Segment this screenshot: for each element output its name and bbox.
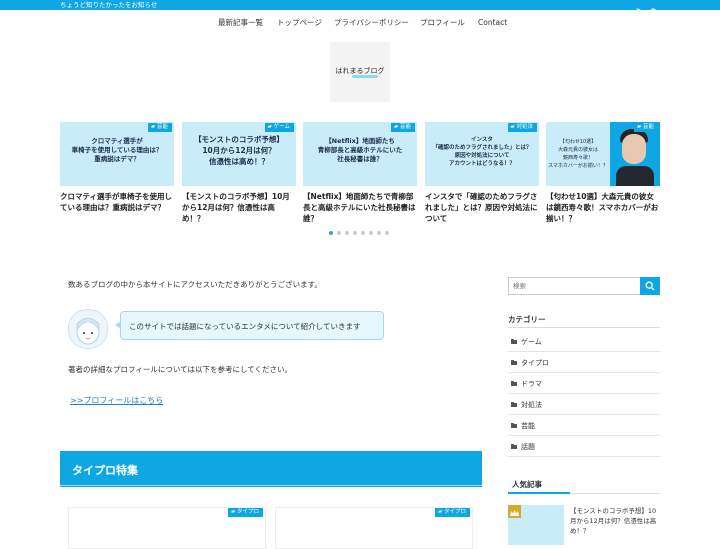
- nav-privacy-policy[interactable]: プライバシーポリシー: [334, 15, 409, 30]
- category-label: ドラマ: [521, 380, 542, 388]
- nav-latest-articles[interactable]: 最新記事一覧: [218, 15, 263, 30]
- category-badge: ▰ 対処法: [507, 123, 537, 132]
- popular-heading-divider: [570, 493, 660, 494]
- card-thumbnail: クロマティ選手が 車椅子を使用している理由は？ 重病説はデマ？ ▰ 芸能: [60, 122, 174, 186]
- popular-article-title[interactable]: 【モンストのコラボ予想】10月から12月は何？信憑性は高め！？: [570, 506, 660, 536]
- nav-top-page[interactable]: トップページ: [277, 15, 322, 30]
- site-tagline: ちょうど知りたかったをお知らせ: [60, 1, 158, 9]
- site-logo[interactable]: はれまるブログ: [330, 42, 390, 102]
- folder-icon: [511, 444, 517, 449]
- folder-icon: [511, 360, 517, 365]
- category-divider: [508, 327, 660, 328]
- category-label: 芸能: [521, 422, 535, 430]
- rank-badge: [508, 505, 521, 518]
- category-badge: ▰ 芸能: [634, 123, 658, 132]
- category-item[interactable]: ドラマ: [508, 373, 660, 394]
- card-thumbnail: インスタ 「確認のためフラグされました」とは？ 原因や対処法について アカウント…: [425, 122, 539, 186]
- category-label: タイプロ: [521, 359, 549, 367]
- category-label: 対処法: [521, 401, 542, 409]
- carousel-card[interactable]: 【Netflix】地面師たち 青柳部長と高級ホテルにいた 社長秘書は誰？ ▰ 芸…: [303, 122, 417, 224]
- carousel-dot[interactable]: [361, 231, 365, 235]
- section-banner: タイプロ特集: [60, 451, 482, 487]
- speech-bubble-text: このサイトでは話題になっているエンタメについて紹介していきます: [129, 322, 361, 331]
- category-badge: ▰ タイプロ: [435, 508, 470, 517]
- global-nav: 最新記事一覧 トップページ プライバシーポリシー プロフィール Contact: [0, 15, 720, 30]
- folder-icon: [511, 402, 517, 407]
- thumbnail-text: 【Netflix】地面師たち 青柳部長と高級ホテルにいた 社長秘書は誰？: [317, 137, 403, 163]
- folder-icon: [511, 339, 517, 344]
- section-card[interactable]: ▰ タイプロ: [68, 507, 266, 549]
- carousel-dot[interactable]: [345, 231, 349, 235]
- carousel-dot[interactable]: [369, 231, 373, 235]
- search-input[interactable]: [509, 278, 643, 294]
- speech-bubble: このサイトでは話題になっているエンタメについて紹介していきます: [115, 311, 384, 340]
- carousel-card[interactable]: クロマティ選手が 車椅子を使用している理由は？ 重病説はデマ？ ▰ 芸能 クロマ…: [60, 122, 174, 213]
- logo-underline: [352, 75, 378, 78]
- category-badge: ▰ タイプロ: [228, 508, 263, 517]
- popular-heading-accent: [508, 492, 570, 494]
- card-title[interactable]: 【匂わせ10選】大森元貴の彼女は鏡西寿々歌！スマホカバーがお揃い！？: [546, 191, 660, 224]
- author-avatar: [68, 309, 108, 349]
- top-bar: ちょうど知りたかったをお知らせ: [0, 0, 720, 16]
- category-item[interactable]: 芸能: [508, 415, 660, 436]
- thumbnail-text: インスタ 「確認のためフラグされました」とは？ 原因や対処法について アカウント…: [432, 137, 532, 167]
- folder-icon: [511, 423, 517, 428]
- photo-body: [616, 166, 654, 186]
- category-item[interactable]: タイプロ: [508, 352, 660, 373]
- thumbnail-text: クロマティ選手が 車椅子を使用している理由は？ 重病説はデマ？: [71, 137, 163, 163]
- card-thumbnail: 【モンストのコラボ予想】 10月から12月は何？ 信憑性は高め！？ ▰ ゲーム: [182, 122, 296, 186]
- section-divider: [60, 485, 482, 486]
- carousel-dot[interactable]: [353, 231, 357, 235]
- search-icon: [645, 281, 655, 291]
- card-thumbnail: 【匂わせ10選】 大森元貴の彼女は 鏡西寿々歌！ スマホカバーがお揃い！？ ▰ …: [546, 122, 660, 186]
- category-badge: ▰ 芸能: [148, 123, 172, 132]
- nav-contact[interactable]: Contact: [478, 15, 507, 30]
- card-title[interactable]: クロマティ選手が車椅子を使用している理由は？重病説はデマ？: [60, 191, 174, 213]
- category-label: ゲーム: [521, 338, 542, 346]
- category-label: 話題: [521, 443, 535, 451]
- category-badge: ▰ ゲーム: [264, 123, 294, 132]
- section-title: タイプロ特集: [72, 464, 138, 477]
- photo-face: [622, 134, 646, 164]
- intro-text: 数あるブログの中から本サイトにアクセスいただきありがとうございます。: [68, 280, 322, 289]
- carousel-card[interactable]: 【匂わせ10選】 大森元貴の彼女は 鏡西寿々歌！ スマホカバーがお揃い！？ ▰ …: [546, 122, 660, 224]
- card-title[interactable]: インスタで「確認のためフラグされました」とは？原因や対処法について: [425, 191, 539, 224]
- carousel-card[interactable]: インスタ 「確認のためフラグされました」とは？ 原因や対処法について アカウント…: [425, 122, 539, 224]
- card-title[interactable]: 【モンストのコラボ予想】10月から12月は何？信憑性は高め！？: [182, 191, 296, 224]
- card-title[interactable]: 【Netflix】地面師たちで青柳部長と高級ホテルにいた社長秘書は誰？: [303, 191, 417, 224]
- carousel-dot[interactable]: [377, 231, 381, 235]
- search-button[interactable]: [640, 277, 660, 295]
- search-icon[interactable]: [650, 1, 658, 16]
- category-badge: ▰ 芸能: [391, 123, 415, 132]
- thumbnail-text: 【モンストのコラボ予想】 10月から12月は何？ 信憑性は高め！？: [194, 135, 284, 166]
- section-card[interactable]: ▰ タイプロ: [275, 507, 473, 549]
- folder-icon: [511, 381, 517, 386]
- carousel-dot[interactable]: [385, 231, 389, 235]
- sidebar-search: [508, 277, 660, 295]
- carousel-dot[interactable]: [329, 231, 333, 235]
- profile-guide-text: 著者の詳細なプロフィールについては以下を参考にしてください。: [68, 365, 293, 374]
- category-item[interactable]: 対処法: [508, 394, 660, 415]
- rss-icon[interactable]: [636, 1, 644, 16]
- profile-link[interactable]: >>プロフィールはこちら: [70, 395, 163, 406]
- card-thumbnail: 【Netflix】地面師たち 青柳部長と高級ホテルにいた 社長秘書は誰？ ▰ 芸…: [303, 122, 417, 186]
- popular-heading: 人気記事: [512, 480, 542, 489]
- nav-profile[interactable]: プロフィール: [420, 15, 465, 30]
- carousel-card[interactable]: 【モンストのコラボ予想】 10月から12月は何？ 信憑性は高め！？ ▰ ゲーム …: [182, 122, 296, 224]
- crown-icon: [510, 510, 519, 516]
- category-item[interactable]: 話題: [508, 436, 660, 457]
- category-heading: カテゴリー: [508, 315, 546, 324]
- thumbnail-text: 【匂わせ10選】 大森元貴の彼女は 鏡西寿々歌！ スマホカバーがお揃い！？: [548, 139, 608, 169]
- carousel-dot[interactable]: [337, 231, 341, 235]
- category-item[interactable]: ゲーム: [508, 331, 660, 352]
